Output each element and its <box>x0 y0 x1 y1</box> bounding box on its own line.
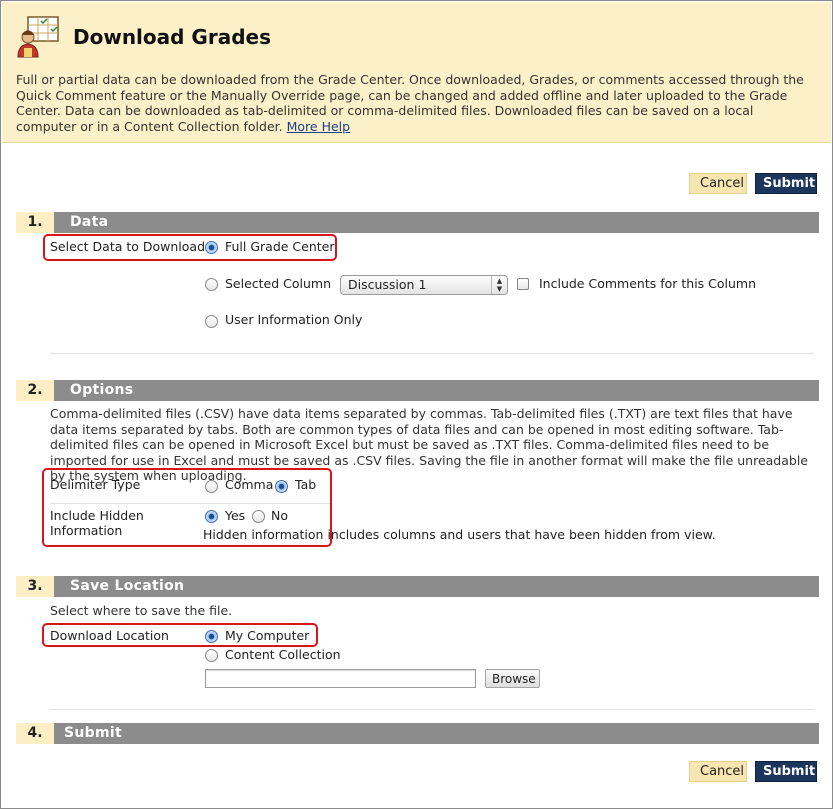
hidden-help-text: Hidden information includes columns and … <box>203 527 716 542</box>
column-select-value: Discussion 1 <box>348 277 427 292</box>
submit-button-bottom[interactable]: Submit <box>755 761 817 782</box>
section-title: Data <box>70 214 109 230</box>
section-number: 1. <box>16 212 54 233</box>
cancel-button-top[interactable]: Cancel <box>689 173 747 194</box>
column-select[interactable]: Discussion 1 ▲ ▼ <box>340 275 508 295</box>
radio-tab[interactable] <box>275 480 288 493</box>
submit-button-top[interactable]: Submit <box>755 173 817 194</box>
browse-button[interactable]: Browse <box>485 669 540 688</box>
divider <box>50 503 330 504</box>
select-arrows-icon: ▲ ▼ <box>491 276 507 294</box>
section-data-header: 1. Data <box>16 212 819 233</box>
radio-selected-column[interactable] <box>205 278 218 291</box>
include-comments-checkbox[interactable] <box>517 278 529 290</box>
full-grade-center-label[interactable]: Full Grade Center <box>225 239 335 254</box>
page-header: Download Grades Full or partial data can… <box>2 2 831 143</box>
divider <box>50 709 814 710</box>
save-instruction: Select where to save the file. <box>50 603 233 618</box>
section-submit-header: 4. Submit <box>16 723 819 744</box>
content-collection-label[interactable]: Content Collection <box>225 647 341 662</box>
more-help-link[interactable]: More Help <box>287 119 350 134</box>
hidden-no-label[interactable]: No <box>271 508 288 523</box>
section-save-location-header: 3. Save Location <box>16 576 819 597</box>
radio-hidden-no[interactable] <box>252 510 265 523</box>
section-number: 2. <box>16 380 54 401</box>
radio-my-computer[interactable] <box>205 630 218 643</box>
cancel-button-bottom[interactable]: Cancel <box>689 761 747 782</box>
download-grades-window: Download Grades Full or partial data can… <box>0 0 833 809</box>
section-title: Submit <box>64 725 122 741</box>
section-number: 4. <box>16 723 54 744</box>
divider <box>50 353 814 354</box>
tab-label[interactable]: Tab <box>295 477 316 492</box>
section-options-header: 2. Options <box>16 380 819 401</box>
radio-user-information-only[interactable] <box>205 315 218 328</box>
comma-label[interactable]: Comma <box>225 477 273 492</box>
radio-content-collection[interactable] <box>205 649 218 662</box>
intro-text: Full or partial data can be downloaded f… <box>16 72 816 134</box>
radio-comma[interactable] <box>205 480 218 493</box>
page-title: Download Grades <box>73 25 271 49</box>
my-computer-label[interactable]: My Computer <box>225 628 309 643</box>
delimiter-type-label: Delimiter Type <box>50 477 141 492</box>
radio-hidden-yes[interactable] <box>205 510 218 523</box>
user-information-label[interactable]: User Information Only <box>225 312 362 327</box>
intro-description: Full or partial data can be downloaded f… <box>16 72 804 134</box>
radio-full-grade-center[interactable] <box>205 241 218 254</box>
selected-column-label[interactable]: Selected Column <box>225 276 331 291</box>
download-location-label: Download Location <box>50 628 169 643</box>
section-number: 3. <box>16 576 54 597</box>
section-title: Options <box>70 382 134 398</box>
grade-center-person-icon <box>17 16 59 58</box>
section-title: Save Location <box>70 578 185 594</box>
include-comments-label[interactable]: Include Comments for this Column <box>539 276 756 291</box>
select-data-label: Select Data to Download <box>50 239 206 254</box>
include-hidden-label: Include Hidden Information <box>50 508 144 538</box>
file-path-input[interactable] <box>205 669 476 688</box>
hidden-yes-label[interactable]: Yes <box>225 508 245 523</box>
